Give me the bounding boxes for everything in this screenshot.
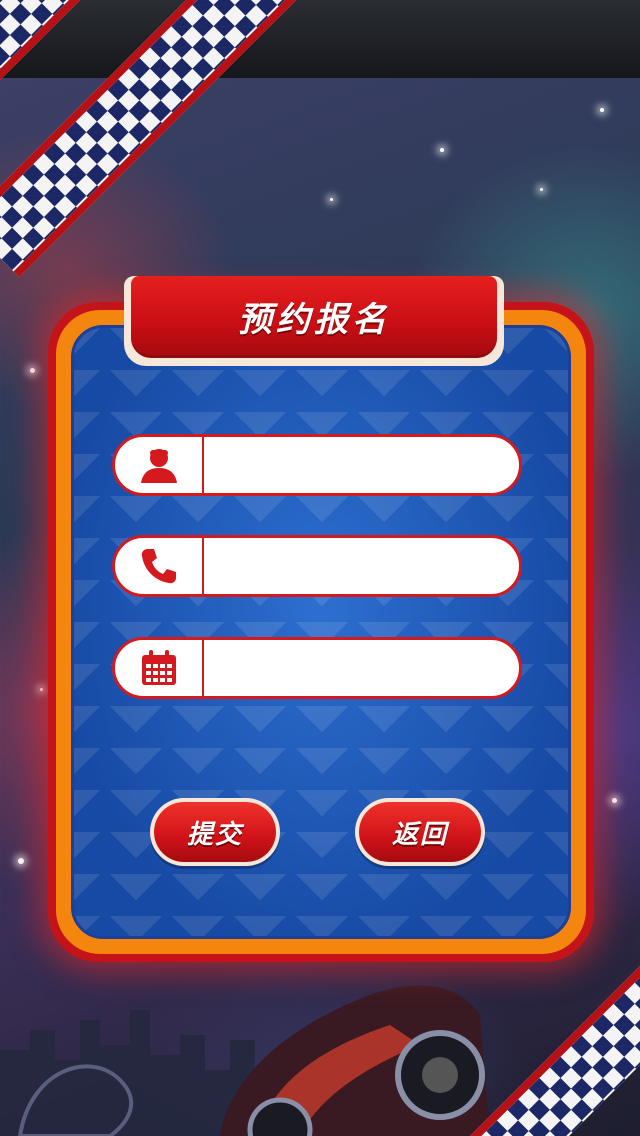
user-icon (140, 449, 177, 483)
phone-field[interactable] (112, 535, 522, 597)
race-car-graphic (220, 985, 490, 1136)
date-input[interactable] (204, 640, 519, 696)
name-input[interactable] (204, 437, 519, 493)
phone-input[interactable] (204, 538, 519, 594)
form-title: 预约报名 (238, 300, 390, 340)
form-panel (71, 325, 571, 939)
phone-icon (141, 549, 176, 584)
name-field[interactable] (112, 434, 522, 496)
name-field-icon-cell (115, 437, 204, 493)
date-field-icon-cell (115, 640, 204, 696)
back-button-label: 返回 (359, 802, 481, 862)
top-bar (0, 0, 640, 78)
phone-field-icon-cell (115, 538, 204, 594)
back-button[interactable]: 返回 (355, 798, 485, 866)
submit-button-label: 提交 (154, 802, 276, 862)
date-field[interactable] (112, 637, 522, 699)
calendar-icon (141, 650, 176, 685)
submit-button[interactable]: 提交 (150, 798, 280, 866)
